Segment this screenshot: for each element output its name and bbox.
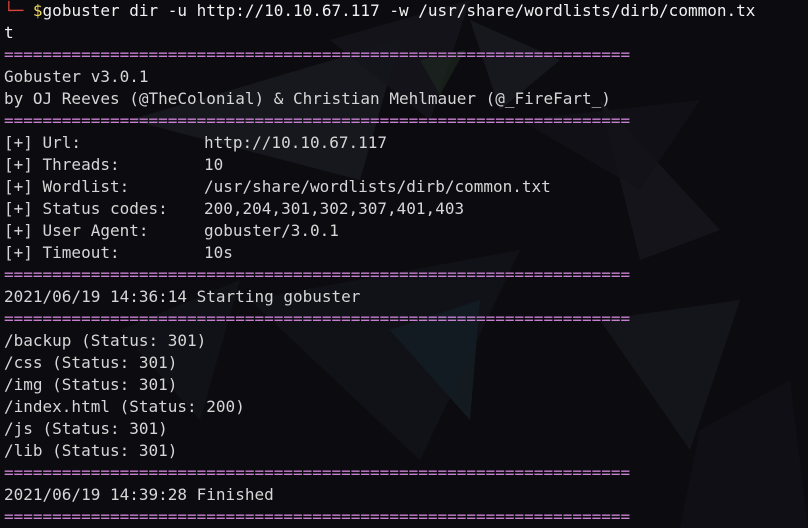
command-text: gobuster dir -u http://10.10.67.117 -w /…: [42, 1, 756, 20]
command-wrap-text: t: [4, 23, 14, 42]
config-value: 10s: [204, 243, 233, 262]
result-line: /backup (Status: 301): [4, 331, 207, 350]
config-key: [+] User Agent:: [4, 221, 149, 240]
config-row-url: [+] Url: http://10.10.67.117: [4, 132, 808, 154]
config-row-user-agent: [+] User Agent: gobuster/3.0.1: [4, 220, 808, 242]
command-line: └─ $gobuster dir -u http://10.10.67.117 …: [4, 0, 808, 22]
result-line: /lib (Status: 301): [4, 441, 178, 460]
config-row-threads: [+] Threads: 10: [4, 154, 808, 176]
result-line: /img (Status: 301): [4, 375, 178, 394]
config-key: [+] Status codes:: [4, 199, 168, 218]
terminal-output: └─ $gobuster dir -u http://10.10.67.117 …: [4, 0, 808, 528]
finish-message: 2021/06/19 14:39:28 Finished: [4, 485, 274, 504]
separator-line: ========================================…: [4, 111, 631, 130]
separator-line: ========================================…: [4, 507, 631, 526]
config-value: 200,204,301,302,307,401,403: [204, 199, 465, 218]
config-key: [+] Threads:: [4, 155, 120, 174]
config-value: http://10.10.67.117: [204, 133, 388, 152]
config-row-timeout: [+] Timeout: 10s: [4, 242, 808, 264]
separator-line: ========================================…: [4, 45, 631, 64]
result-line: /index.html (Status: 200): [4, 397, 245, 416]
start-message: 2021/06/19 14:36:14 Starting gobuster: [4, 287, 361, 306]
result-line: /js (Status: 301): [4, 419, 168, 438]
banner-title: Gobuster v3.0.1: [4, 67, 149, 86]
config-value: 10: [204, 155, 224, 174]
config-key: [+] Wordlist:: [4, 177, 130, 196]
separator-line: ========================================…: [4, 309, 631, 328]
prompt-corner: └─: [4, 1, 24, 20]
separator-line: ========================================…: [4, 463, 631, 482]
config-key: [+] Timeout:: [4, 243, 120, 262]
banner-credits: by OJ Reeves (@TheColonial) & Christian …: [4, 89, 611, 108]
terminal-window[interactable]: └─ $gobuster dir -u http://10.10.67.117 …: [0, 0, 808, 528]
config-key: [+] Url:: [4, 133, 82, 152]
separator-line: ========================================…: [4, 265, 631, 284]
config-row-wordlist: [+] Wordlist: /usr/share/wordlists/dirb/c…: [4, 176, 808, 198]
config-row-status-codes: [+] Status codes: 200,204,301,302,307,401…: [4, 198, 808, 220]
prompt-sign: $: [32, 1, 43, 20]
config-value: gobuster/3.0.1: [204, 221, 339, 240]
config-value: /usr/share/wordlists/dirb/common.txt: [204, 177, 551, 196]
result-line: /css (Status: 301): [4, 353, 178, 372]
